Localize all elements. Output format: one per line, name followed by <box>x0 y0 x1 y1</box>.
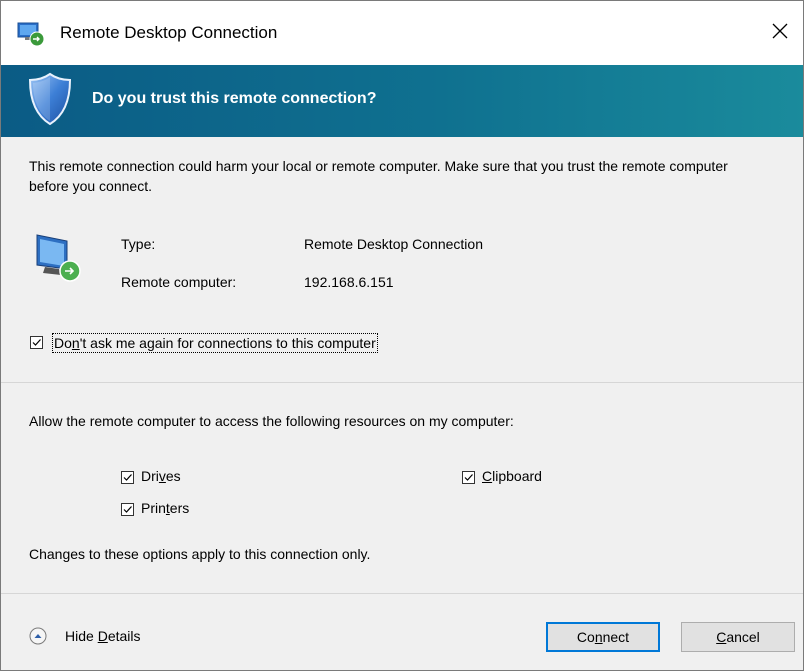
checkbox-checked-icon[interactable] <box>30 336 43 349</box>
printers-label[interactable]: Printers <box>141 500 189 516</box>
changes-note: Changes to these options apply to this c… <box>29 546 371 562</box>
hide-details-label[interactable]: Hide Details <box>65 628 141 644</box>
remote-computer-label: Remote computer: <box>121 274 237 290</box>
type-label: Type: <box>121 236 156 252</box>
warning-text: This remote connection could harm your l… <box>29 158 728 194</box>
dialog-footer: Hide Details Co n nect Cancel <box>1 594 803 670</box>
clipboard-label[interactable]: Clipboard <box>482 468 542 484</box>
trust-banner: Do you trust this remote connection? <box>1 65 803 137</box>
cancel-button[interactable]: Cancel <box>681 622 795 652</box>
dont-ask-again-label[interactable]: Don't ask me again for connections to th… <box>52 333 378 353</box>
drives-label[interactable]: Drives <box>141 468 181 484</box>
connect-button[interactable]: Co n nect <box>546 622 660 652</box>
shield-icon <box>27 71 73 127</box>
resources-section: Allow the remote computer to access the … <box>1 383 803 593</box>
banner-heading: Do you trust this remote connection? <box>92 90 377 107</box>
rdp-trust-dialog: Remote Desktop Connection Do you trust t… <box>0 0 804 671</box>
remote-computer-value: 192.168.6.151 <box>304 274 394 290</box>
checkbox-checked-icon[interactable] <box>121 471 134 484</box>
type-value: Remote Desktop Connection <box>304 236 483 252</box>
close-icon <box>772 23 788 44</box>
close-button[interactable] <box>757 11 803 55</box>
checkbox-checked-icon[interactable] <box>462 471 475 484</box>
remote-computer-icon <box>33 231 85 287</box>
title-bar: Remote Desktop Connection <box>1 1 803 65</box>
warning-section: This remote connection could harm your l… <box>1 137 803 382</box>
window-title: Remote Desktop Connection <box>60 23 278 42</box>
remote-desktop-icon <box>17 21 45 47</box>
resources-intro: Allow the remote computer to access the … <box>29 413 514 429</box>
chevron-up-circle-icon[interactable] <box>29 627 47 645</box>
checkbox-checked-icon[interactable] <box>121 503 134 516</box>
